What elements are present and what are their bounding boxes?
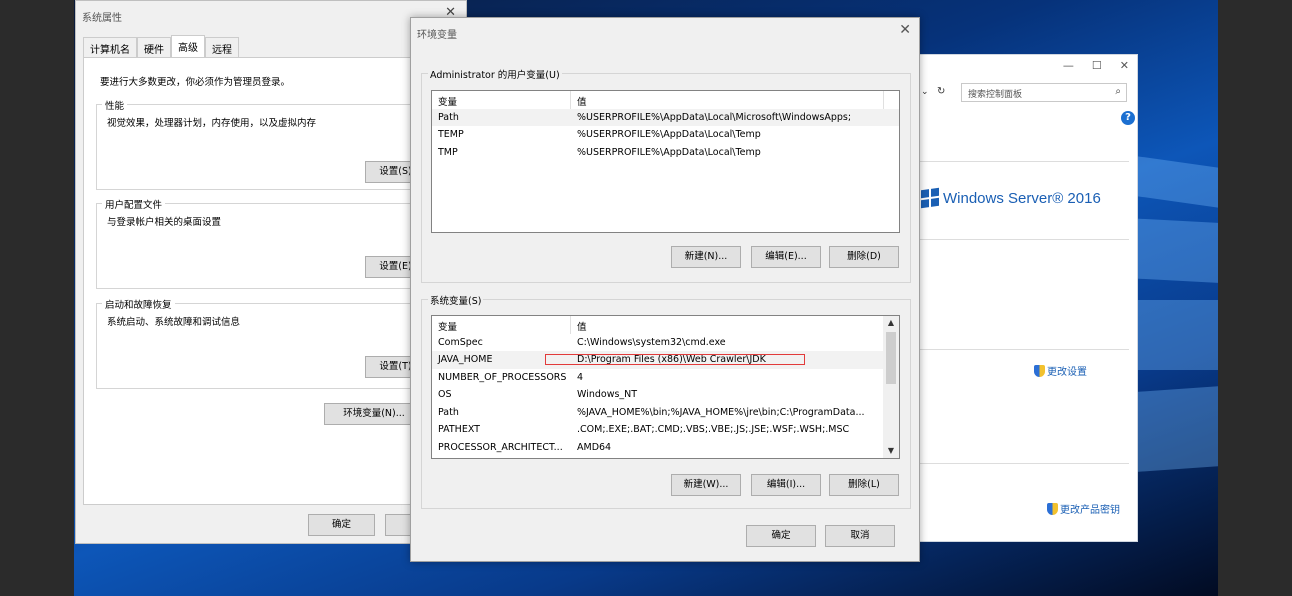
list-item[interactable]: PROCESSOR_ARCHITECT... AMD64 <box>432 439 899 457</box>
search-input[interactable]: 搜索控制面板 ⌕ <box>961 83 1127 102</box>
list-header: 变量 值 <box>432 91 899 109</box>
ok-button[interactable]: 确定 <box>308 514 375 536</box>
advanced-panel: 要进行大多数更改，你必须作为管理员登录。 性能 视觉效果，处理器计划，内存使用，… <box>83 57 463 505</box>
dialog-title: 环境变量 <box>417 30 457 41</box>
close-button[interactable]: ✕ <box>1120 59 1129 72</box>
windows-logo-icon <box>921 187 939 209</box>
list-item[interactable]: TMP %USERPROFILE%\AppData\Local\Temp <box>432 144 899 162</box>
divider <box>917 239 1129 240</box>
chevron-up-icon[interactable]: ▲ <box>883 316 899 330</box>
maximize-button[interactable]: ☐ <box>1092 59 1102 72</box>
change-settings-link[interactable]: 更改设置 <box>1034 363 1087 378</box>
user-profile-group: 用户配置文件 与登录帐户相关的桌面设置 设置(E)... <box>96 197 435 289</box>
scrollbar-thumb[interactable] <box>886 332 896 384</box>
list-item[interactable]: NUMBER_OF_PROCESSORS 4 <box>432 369 899 387</box>
group-label: 用户配置文件 <box>102 197 166 211</box>
divider <box>917 161 1129 162</box>
address-bar: ⌄ ↻ 搜索控制面板 ⌕ <box>917 83 1139 103</box>
admin-note: 要进行大多数更改，你必须作为管理员登录。 <box>100 77 291 88</box>
environment-variables-button[interactable]: 环境变量(N)... <box>324 403 424 425</box>
search-icon[interactable]: ⌕ <box>1115 86 1121 97</box>
chevron-down-icon[interactable]: ▼ <box>883 444 899 458</box>
vertical-scrollbar[interactable]: ▲ ▼ <box>883 316 899 458</box>
list-item[interactable]: ComSpec C:\Windows\system32\cmd.exe <box>432 334 899 352</box>
user-variables-list[interactable]: 变量 值 Path %USERPROFILE%\AppData\Local\Mi… <box>431 90 900 233</box>
group-label: 性能 <box>102 98 128 112</box>
system-delete-button[interactable]: 删除(L) <box>829 474 899 496</box>
refresh-icon[interactable]: ↻ <box>937 86 945 97</box>
group-label: 启动和故障恢复 <box>102 297 175 311</box>
system-edit-button[interactable]: 编辑(I)... <box>751 474 821 496</box>
control-panel-window: — ☐ ✕ ⌄ ↻ 搜索控制面板 ⌕ ? Windows Server® 201… <box>916 54 1138 542</box>
window-title: 系统属性 <box>82 13 122 24</box>
performance-group: 性能 视觉效果，处理器计划，内存使用，以及虚拟内存 设置(S)... <box>96 98 435 190</box>
list-item[interactable]: JAVA_HOME D:\Program Files (x86)\Web Cra… <box>432 351 899 369</box>
list-item[interactable]: OS Windows_NT <box>432 386 899 404</box>
list-item[interactable]: Path %USERPROFILE%\AppData\Local\Microso… <box>432 108 899 126</box>
tab-advanced[interactable]: 高级 <box>171 35 205 59</box>
user-delete-button[interactable]: 删除(D) <box>829 246 899 268</box>
user-new-button[interactable]: 新建(N)... <box>671 246 741 268</box>
group-desc: 视觉效果，处理器计划，内存使用，以及虚拟内存 <box>107 118 317 129</box>
group-desc: 与登录帐户相关的桌面设置 <box>107 217 222 228</box>
group-label: Administrator 的用户变量(U) <box>428 67 562 81</box>
list-item[interactable]: TEMP %USERPROFILE%\AppData\Local\Temp <box>432 126 899 144</box>
close-button[interactable]: ✕ <box>899 22 911 38</box>
list-header: 变量 值 <box>432 316 899 334</box>
group-label: 系统变量(S) <box>428 293 484 307</box>
shield-icon <box>1047 502 1058 515</box>
windows-server-logo: Windows Server® 2016 <box>921 187 1101 209</box>
divider <box>917 349 1129 350</box>
system-properties-window: 系统属性 ✕ 计算机名 硬件 高级 远程 要进行大多数更改，你必须作为管理员登录… <box>75 0 467 544</box>
list-item[interactable]: PATHEXT .COM;.EXE;.BAT;.CMD;.VBS;.VBE;.J… <box>432 421 899 439</box>
help-icon[interactable]: ? <box>1121 111 1135 125</box>
group-desc: 系统启动、系统故障和调试信息 <box>107 317 241 328</box>
cancel-button[interactable]: 取消 <box>825 525 895 547</box>
list-item[interactable]: Path %JAVA_HOME%\bin;%JAVA_HOME%\jre\bin… <box>432 404 899 422</box>
change-product-key-link[interactable]: 更改产品密钥 <box>1047 501 1120 516</box>
highlight-box <box>545 354 805 365</box>
ok-button[interactable]: 确定 <box>746 525 816 547</box>
shield-icon <box>1034 364 1045 377</box>
system-new-button[interactable]: 新建(W)... <box>671 474 741 496</box>
startup-recovery-group: 启动和故障恢复 系统启动、系统故障和调试信息 设置(T)... <box>96 297 435 389</box>
chevron-down-icon[interactable]: ⌄ <box>921 87 929 97</box>
user-edit-button[interactable]: 编辑(E)... <box>751 246 821 268</box>
environment-variables-dialog: 环境变量 ✕ Administrator 的用户变量(U) 变量 值 Path … <box>410 17 920 562</box>
divider <box>917 463 1129 464</box>
system-variables-list[interactable]: 变量 值 ComSpec C:\Windows\system32\cmd.exe… <box>431 315 900 459</box>
minimize-button[interactable]: — <box>1063 59 1074 72</box>
